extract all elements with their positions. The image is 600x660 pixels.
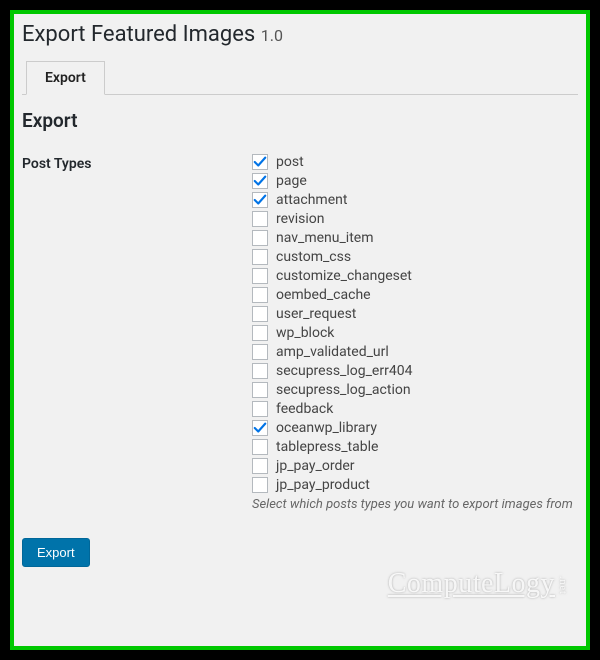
- checkbox-row-page[interactable]: page: [252, 173, 578, 189]
- checkbox-label-custom_css: custom_css: [276, 249, 351, 265]
- checkbox-jp_pay_product[interactable]: [252, 477, 268, 493]
- checkbox-row-customize_changeset[interactable]: customize_changeset: [252, 268, 578, 284]
- form-row-post-types: Post Types post page attachment revision nav…: [22, 154, 578, 512]
- page-title-text: Export Featured Images: [22, 22, 255, 47]
- checkbox-label-oceanwp_library: oceanwp_library: [276, 420, 377, 436]
- field-label-post-types: Post Types: [22, 154, 252, 172]
- checkbox-label-attachment: attachment: [276, 192, 347, 208]
- checkbox-label-jp_pay_product: jp_pay_product: [276, 477, 370, 493]
- checkbox-attachment[interactable]: [252, 192, 268, 208]
- checkbox-label-post: post: [276, 154, 304, 170]
- checkbox-label-user_request: user_request: [276, 306, 356, 322]
- tab-wrapper: Export: [22, 61, 578, 95]
- checkbox-row-secupress_log_err404[interactable]: secupress_log_err404: [252, 363, 578, 379]
- checkbox-custom_css[interactable]: [252, 249, 268, 265]
- checkbox-label-page: page: [276, 173, 307, 189]
- checkbox-row-oembed_cache[interactable]: oembed_cache: [252, 287, 578, 303]
- checkbox-customize_changeset[interactable]: [252, 268, 268, 284]
- checkbox-row-user_request[interactable]: user_request: [252, 306, 578, 322]
- checkbox-amp_validated_url[interactable]: [252, 344, 268, 360]
- checkbox-label-wp_block: wp_block: [276, 325, 334, 341]
- checkbox-row-jp_pay_order[interactable]: jp_pay_order: [252, 458, 578, 474]
- checkbox-row-feedback[interactable]: feedback: [252, 401, 578, 417]
- section-heading: Export: [22, 109, 578, 132]
- checkbox-row-oceanwp_library[interactable]: oceanwp_library: [252, 420, 578, 436]
- checkbox-label-oembed_cache: oembed_cache: [276, 287, 371, 303]
- outer-frame: Export Featured Images 1.0 Export Export…: [0, 0, 600, 660]
- field-content-post-types: post page attachment revision nav_menu_itemc…: [252, 154, 578, 512]
- checkbox-jp_pay_order[interactable]: [252, 458, 268, 474]
- tab-export[interactable]: Export: [26, 61, 105, 95]
- checkbox-label-revision: revision: [276, 211, 324, 227]
- checkbox-label-jp_pay_order: jp_pay_order: [276, 458, 355, 474]
- checkbox-feedback[interactable]: [252, 401, 268, 417]
- checkbox-post[interactable]: [252, 154, 268, 170]
- checkbox-label-secupress_log_action: secupress_log_action: [276, 382, 411, 398]
- checkbox-user_request[interactable]: [252, 306, 268, 322]
- checkbox-row-custom_css[interactable]: custom_css: [252, 249, 578, 265]
- checkbox-revision[interactable]: [252, 211, 268, 227]
- content-panel: Export Featured Images 1.0 Export Export…: [10, 10, 590, 650]
- version-text: 1.0: [261, 26, 283, 45]
- page-title: Export Featured Images 1.0: [22, 20, 578, 47]
- checkbox-label-amp_validated_url: amp_validated_url: [276, 344, 389, 360]
- checkbox-row-secupress_log_action[interactable]: secupress_log_action: [252, 382, 578, 398]
- checkbox-row-post[interactable]: post: [252, 154, 578, 170]
- export-button[interactable]: Export: [22, 538, 90, 567]
- checkbox-row-wp_block[interactable]: wp_block: [252, 325, 578, 341]
- help-text: Select which posts types you want to exp…: [252, 497, 578, 512]
- checkbox-label-feedback: feedback: [276, 401, 333, 417]
- checkbox-oceanwp_library[interactable]: [252, 420, 268, 436]
- checkbox-secupress_log_action[interactable]: [252, 382, 268, 398]
- checkbox-page[interactable]: [252, 173, 268, 189]
- checkbox-row-attachment[interactable]: attachment: [252, 192, 578, 208]
- checkbox-row-tablepress_table[interactable]: tablepress_table: [252, 439, 578, 455]
- checkbox-nav_menu_item[interactable]: [252, 230, 268, 246]
- checkbox-tablepress_table[interactable]: [252, 439, 268, 455]
- tab-export-label: Export: [45, 70, 86, 86]
- watermark-suffix: .net: [557, 576, 568, 595]
- checkbox-row-revision[interactable]: revision: [252, 211, 578, 227]
- checkbox-secupress_log_err404[interactable]: [252, 363, 268, 379]
- checkbox-row-jp_pay_product[interactable]: jp_pay_product: [252, 477, 578, 493]
- checkbox-wp_block[interactable]: [252, 325, 268, 341]
- checkbox-label-tablepress_table: tablepress_table: [276, 439, 378, 455]
- export-button-label: Export: [37, 545, 75, 560]
- checkbox-oembed_cache[interactable]: [252, 287, 268, 303]
- checkbox-label-customize_changeset: customize_changeset: [276, 268, 412, 284]
- watermark-text: ComputeLogy: [388, 568, 555, 599]
- watermark: ComputeLogy.net: [388, 568, 568, 600]
- checkbox-label-nav_menu_item: nav_menu_item: [276, 230, 374, 246]
- checkbox-label-secupress_log_err404: secupress_log_err404: [276, 363, 412, 379]
- checkbox-row-amp_validated_url[interactable]: amp_validated_url: [252, 344, 578, 360]
- checkbox-row-nav_menu_item[interactable]: nav_menu_item: [252, 230, 578, 246]
